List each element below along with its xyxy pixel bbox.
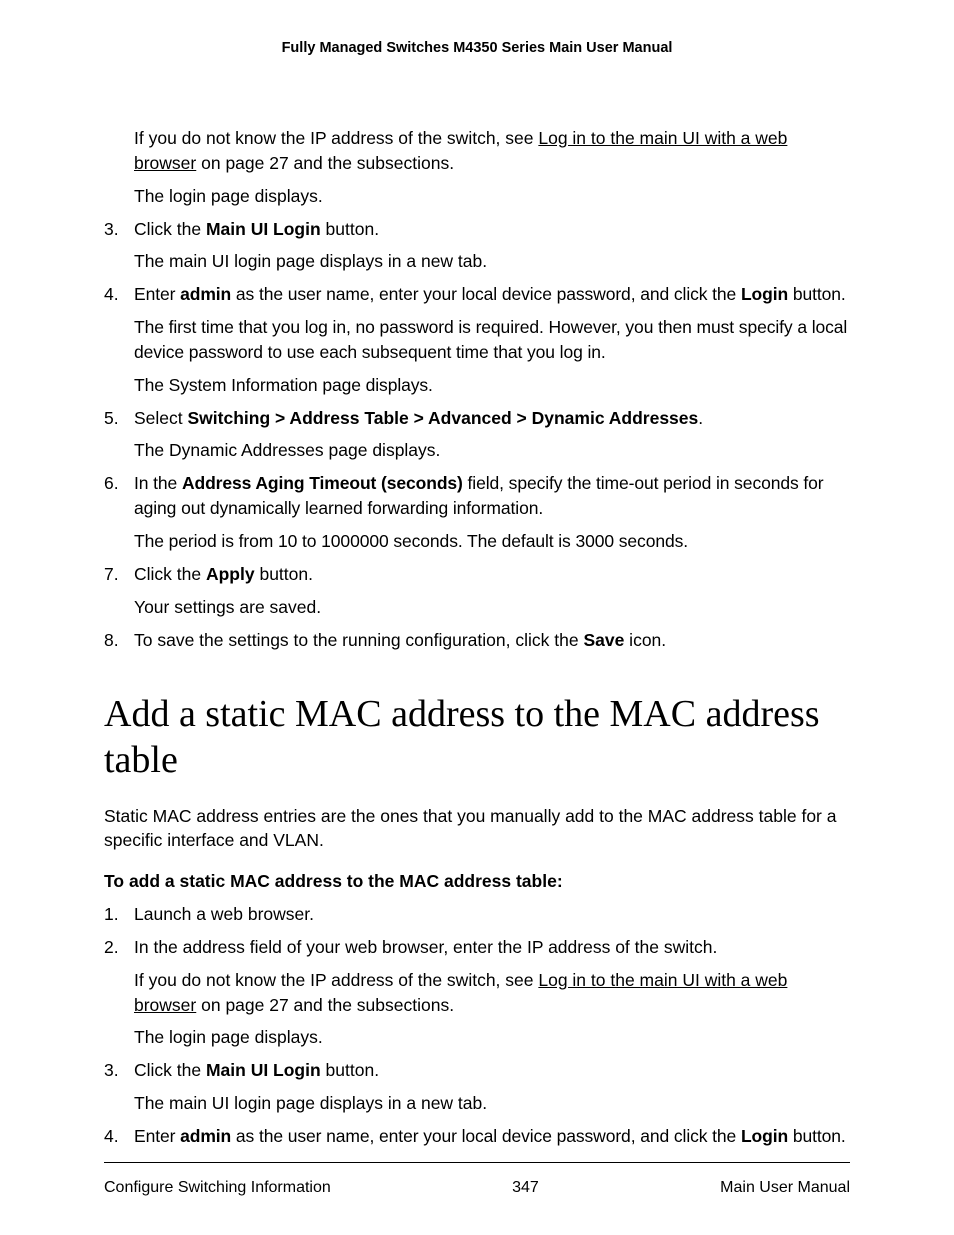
text: button. — [788, 284, 846, 304]
footer-left: Configure Switching Information — [104, 1179, 331, 1197]
step-5: 5. Select Switching > Address Table > Ad… — [104, 406, 850, 464]
step-7: 7. Click the Apply button. Your settings… — [104, 562, 850, 620]
s2-step-4: 4. Enter admin as the user name, enter y… — [104, 1124, 850, 1149]
text: button. — [321, 1060, 379, 1080]
text: icon. — [624, 630, 666, 650]
text: In the — [134, 473, 182, 493]
step-4-tail-2: The System Information page displays. — [134, 373, 850, 398]
text: If you do not know the IP address of the… — [134, 128, 538, 148]
footer-right: Main User Manual — [720, 1179, 850, 1197]
bold-main-ui-login: Main UI Login — [206, 1060, 321, 1080]
step-3-tail: The main UI login page displays in a new… — [134, 249, 850, 274]
intro-paragraph-2: The login page displays. — [134, 184, 850, 209]
s2-step-2-tail1: If you do not know the IP address of the… — [134, 968, 850, 1018]
text: on page 27 and the subsections. — [196, 153, 454, 173]
step-5-tail: The Dynamic Addresses page displays. — [134, 438, 850, 463]
page-header-title: Fully Managed Switches M4350 Series Main… — [104, 40, 850, 56]
bold-apply: Apply — [206, 564, 255, 584]
step-number: 4. — [104, 1124, 134, 1149]
bold-login: Login — [741, 284, 788, 304]
text: . — [698, 408, 703, 428]
text: Launch a web browser. — [134, 902, 850, 927]
section-intro: Static MAC address entries are the ones … — [104, 804, 850, 854]
text: on page 27 and the subsections. — [196, 995, 454, 1015]
step-7-tail: Your settings are saved. — [134, 595, 850, 620]
step-4-tail-1: The first time that you log in, no passw… — [134, 315, 850, 365]
text: as the user name, enter your local devic… — [231, 1126, 741, 1146]
footer-page-number: 347 — [512, 1179, 539, 1197]
step-number: 4. — [104, 282, 134, 397]
text: Enter — [134, 1126, 180, 1146]
intro-paragraph-1: If you do not know the IP address of the… — [134, 126, 850, 176]
bold-save: Save — [583, 630, 624, 650]
step-number: 6. — [104, 471, 134, 554]
section-subhead: To add a static MAC address to the MAC a… — [104, 869, 850, 894]
page-footer: Configure Switching Information 347 Main… — [104, 1162, 850, 1197]
text: Enter — [134, 284, 180, 304]
text: In the address field of your web browser… — [134, 937, 717, 957]
text: Click the — [134, 564, 206, 584]
section-heading-add-static-mac: Add a static MAC address to the MAC addr… — [104, 692, 850, 783]
s2-step-3-tail: The main UI login page displays in a new… — [134, 1091, 850, 1116]
step-number: 3. — [104, 217, 134, 275]
text: To save the settings to the running conf… — [134, 630, 583, 650]
step-6: 6. In the Address Aging Timeout (seconds… — [104, 471, 850, 554]
step-6-tail: The period is from 10 to 1000000 seconds… — [134, 529, 850, 554]
bold-nav-path: Switching > Address Table > Advanced > D… — [188, 408, 699, 428]
step-number: 8. — [104, 628, 134, 653]
step-number: 2. — [104, 935, 134, 1050]
footer-rule — [104, 1162, 850, 1163]
s2-step-1: 1. Launch a web browser. — [104, 902, 850, 927]
text: Click the — [134, 1060, 206, 1080]
bold-login: Login — [741, 1126, 788, 1146]
step-3: 3. Click the Main UI Login button. The m… — [104, 217, 850, 275]
bold-main-ui-login: Main UI Login — [206, 219, 321, 239]
step-number: 5. — [104, 406, 134, 464]
text: button. — [321, 219, 379, 239]
s2-step-3: 3. Click the Main UI Login button. The m… — [104, 1058, 850, 1116]
text: as the user name, enter your local devic… — [231, 284, 741, 304]
text: If you do not know the IP address of the… — [134, 970, 538, 990]
step-number: 3. — [104, 1058, 134, 1116]
text: button. — [255, 564, 313, 584]
bold-admin: admin — [180, 1126, 231, 1146]
text: Click the — [134, 219, 206, 239]
step-4: 4. Enter admin as the user name, enter y… — [104, 282, 850, 397]
text: Select — [134, 408, 188, 428]
step-number: 1. — [104, 902, 134, 927]
step-number: 7. — [104, 562, 134, 620]
bold-address-aging-timeout: Address Aging Timeout (seconds) — [182, 473, 463, 493]
step-8: 8. To save the settings to the running c… — [104, 628, 850, 653]
s2-step-2-tail2: The login page displays. — [134, 1025, 850, 1050]
text: button. — [788, 1126, 846, 1146]
s2-step-2: 2. In the address field of your web brow… — [104, 935, 850, 1050]
bold-admin: admin — [180, 284, 231, 304]
